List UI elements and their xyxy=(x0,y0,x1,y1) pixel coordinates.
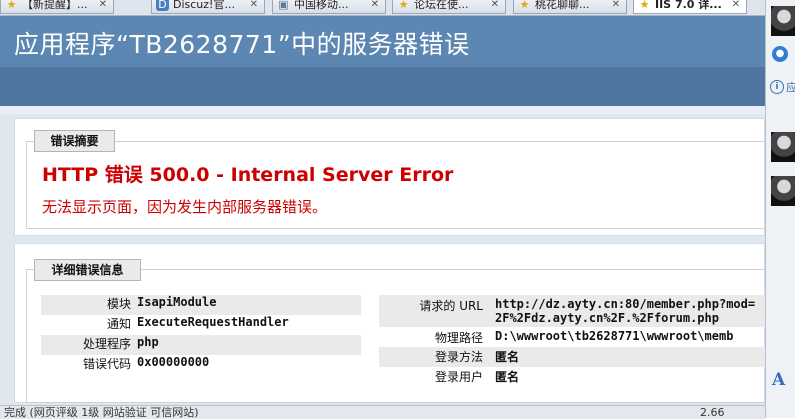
discuz-icon: D xyxy=(156,0,169,11)
detail-value: IsapiModule xyxy=(137,295,217,309)
error-summary-legend: 错误摘要 xyxy=(34,130,115,152)
close-icon[interactable]: ✕ xyxy=(491,0,499,13)
tab-label: Discuz!官... xyxy=(173,0,235,11)
detail-row-error-code: 错误代码 0x00000000 xyxy=(41,355,361,375)
error-details-legend: 详细错误信息 xyxy=(34,259,141,281)
detail-label: 通知 xyxy=(106,317,131,331)
detail-value-continued: 2F%2Fdz.ayty.cn%2F.%2Fforum.php xyxy=(495,311,719,325)
detail-value: http://dz.ayty.cn:80/member.php?mod= xyxy=(495,297,756,311)
close-icon[interactable]: ✕ xyxy=(250,0,258,13)
error-code-heading: HTTP 错误 500.0 - Internal Server Error xyxy=(42,164,454,186)
detail-value: 0x00000000 xyxy=(137,355,210,369)
detail-label: 物理路径 xyxy=(434,331,483,345)
detail-row-logon-method: 登录方法 匿名 xyxy=(379,347,765,367)
detail-row-requested-url: 请求的 URL http://dz.ayty.cn:80/member.php?… xyxy=(379,295,765,327)
browser-tab[interactable]: ★ 桃花聊聊... ✕ xyxy=(513,0,627,14)
detail-row-physical-path: 物理路径 D:\wwwroot\tb2628771\wwwroot\memb xyxy=(379,327,765,347)
browser-tab-strip: ★ 【新提醒】... ✕ D Discuz!官... ✕ ▣ 中国移动... ✕… xyxy=(0,0,765,16)
browser-tab[interactable]: D Discuz!官... ✕ xyxy=(151,0,265,14)
detail-value: ExecuteRequestHandler xyxy=(137,315,289,329)
detail-row-module: 模块 IsapiModule xyxy=(41,295,361,315)
detail-label: 登录方法 xyxy=(434,350,483,364)
page-title: 应用程序“TB2628771”中的服务器错误 xyxy=(14,30,470,59)
zoom-level[interactable]: 2.66 xyxy=(700,406,725,419)
font-size-icon[interactable]: A xyxy=(772,370,785,390)
detail-value: 匿名 xyxy=(495,370,520,384)
detail-value: D:\wwwroot\tb2628771\wwwroot\memb xyxy=(495,329,734,343)
detail-row-handler: 处理程序 php xyxy=(41,335,361,355)
close-icon[interactable]: ✕ xyxy=(371,0,379,13)
camera-icon[interactable]: ● xyxy=(772,46,788,62)
detail-row-logon-user: 登录用户 匿名 xyxy=(379,367,765,387)
close-icon[interactable]: ✕ xyxy=(732,0,740,13)
detail-label: 错误代码 xyxy=(82,357,131,371)
detail-value: php xyxy=(137,335,159,349)
forum-icon: ★ xyxy=(398,0,409,11)
info-icon[interactable]: i xyxy=(770,80,784,94)
close-icon[interactable]: ✕ xyxy=(612,0,620,13)
error-description: 无法显示页面，因为发生内部服务器错误。 xyxy=(42,198,328,216)
right-sidebar: ● i 应 A xyxy=(765,0,795,418)
detail-row-notification: 通知 ExecuteRequestHandler xyxy=(41,315,361,335)
error-page-header: 应用程序“TB2628771”中的服务器错误 xyxy=(0,16,765,67)
tab-label: IIS 7.0 详... xyxy=(655,0,722,11)
forum-icon: ★ xyxy=(639,0,650,11)
browser-tab-active[interactable]: ★ IIS 7.0 详... ✕ xyxy=(633,0,747,14)
browser-tab[interactable]: ▣ 中国移动... ✕ xyxy=(272,0,386,14)
tab-label: 桃花聊聊... xyxy=(535,0,590,11)
detail-value: 匿名 xyxy=(495,350,520,364)
avatar[interactable] xyxy=(771,176,795,206)
header-band xyxy=(0,67,765,106)
page-icon: ▣ xyxy=(278,0,289,11)
sidebar-label: 应 xyxy=(786,79,795,95)
tab-label: 论坛在使... xyxy=(414,0,469,11)
close-icon[interactable]: ✕ xyxy=(99,0,107,13)
detail-label: 模块 xyxy=(106,297,131,311)
browser-tab[interactable]: ★ 【新提醒】... ✕ xyxy=(0,0,114,14)
header-divider xyxy=(0,106,765,114)
notification-icon: ★ xyxy=(6,0,17,11)
avatar[interactable] xyxy=(771,132,795,162)
detail-label: 登录用户 xyxy=(434,370,483,384)
tab-label: 【新提醒】... xyxy=(22,0,88,11)
tab-label: 中国移动... xyxy=(294,0,349,11)
status-text: 完成 (网页评级 1级 网站验证 可信网站) xyxy=(4,406,199,419)
detail-label: 处理程序 xyxy=(82,337,131,351)
status-bar: 完成 (网页评级 1级 网站验证 可信网站) 2.66 xyxy=(0,405,765,419)
browser-tab[interactable]: ★ 论坛在使... ✕ xyxy=(392,0,506,14)
forum-icon: ★ xyxy=(519,0,530,11)
avatar[interactable] xyxy=(771,6,795,36)
detail-label: 请求的 URL xyxy=(419,299,483,313)
